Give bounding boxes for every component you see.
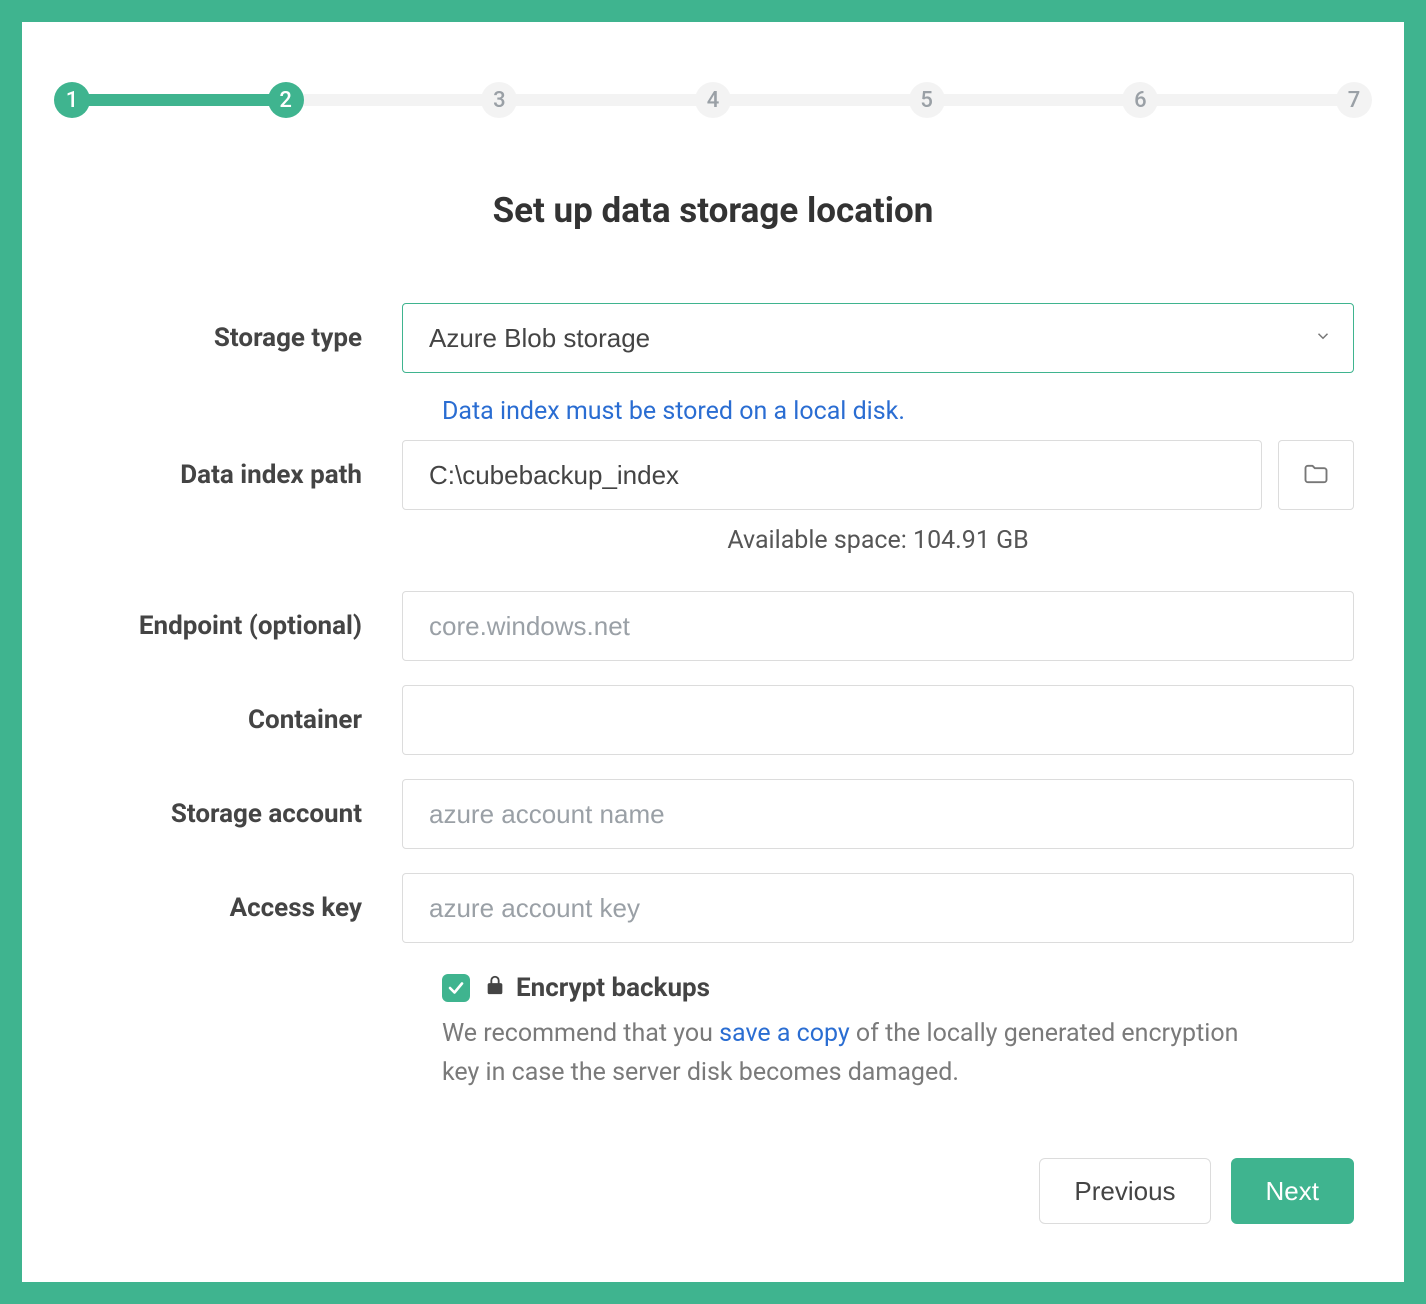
- available-space: Available space: 104.91 GB: [402, 526, 1354, 555]
- encrypt-label-text: Encrypt backups: [516, 973, 710, 1003]
- row-container: Container: [72, 685, 1354, 755]
- step-1[interactable]: 1: [54, 82, 90, 118]
- step-2[interactable]: 2: [268, 82, 304, 118]
- step-5[interactable]: 5: [909, 82, 945, 118]
- stepper-fill: [72, 94, 286, 106]
- row-data-index: Data index path: [72, 440, 1354, 510]
- access-key-input[interactable]: [402, 873, 1354, 943]
- previous-button[interactable]: Previous: [1039, 1158, 1210, 1224]
- save-copy-link[interactable]: save a copy: [719, 1019, 850, 1048]
- container-input[interactable]: [402, 685, 1354, 755]
- data-index-label: Data index path: [72, 460, 402, 490]
- storage-type-select-wrap: Azure Blob storage: [402, 303, 1354, 373]
- encrypt-checkbox[interactable]: [442, 974, 470, 1002]
- lock-icon: [484, 973, 506, 1003]
- step-3[interactable]: 3: [481, 82, 517, 118]
- storage-account-input[interactable]: [402, 779, 1354, 849]
- step-6[interactable]: 6: [1122, 82, 1158, 118]
- encrypt-section: Encrypt backups We recommend that you sa…: [442, 973, 1354, 1093]
- storage-type-select[interactable]: Azure Blob storage: [402, 303, 1354, 373]
- next-button[interactable]: Next: [1231, 1158, 1354, 1224]
- row-access-key: Access key: [72, 873, 1354, 943]
- encrypt-label: Encrypt backups: [484, 973, 710, 1003]
- encrypt-desc-before: We recommend that you: [442, 1019, 719, 1048]
- stepper: 1 2 3 4 5 6 7: [72, 80, 1354, 120]
- folder-icon: [1302, 460, 1330, 491]
- access-key-label: Access key: [72, 893, 402, 923]
- browse-folder-button[interactable]: [1278, 440, 1354, 510]
- page-title: Set up data storage location: [72, 190, 1354, 231]
- step-7[interactable]: 7: [1336, 82, 1372, 118]
- container-label: Container: [72, 705, 402, 735]
- encrypt-description: We recommend that you save a copy of the…: [442, 1015, 1262, 1093]
- step-4[interactable]: 4: [695, 82, 731, 118]
- wizard-card: 1 2 3 4 5 6 7 Set up data storage locati…: [22, 22, 1404, 1282]
- row-storage-type: Storage type Azure Blob storage: [72, 303, 1354, 373]
- endpoint-input[interactable]: [402, 591, 1354, 661]
- row-endpoint: Endpoint (optional): [72, 591, 1354, 661]
- storage-account-label: Storage account: [72, 799, 402, 829]
- endpoint-label: Endpoint (optional): [72, 611, 402, 641]
- data-index-note: Data index must be stored on a local dis…: [442, 397, 1354, 426]
- storage-type-label: Storage type: [72, 323, 402, 353]
- row-storage-account: Storage account: [72, 779, 1354, 849]
- wizard-footer: Previous Next: [1039, 1158, 1354, 1224]
- data-index-input[interactable]: [402, 440, 1262, 510]
